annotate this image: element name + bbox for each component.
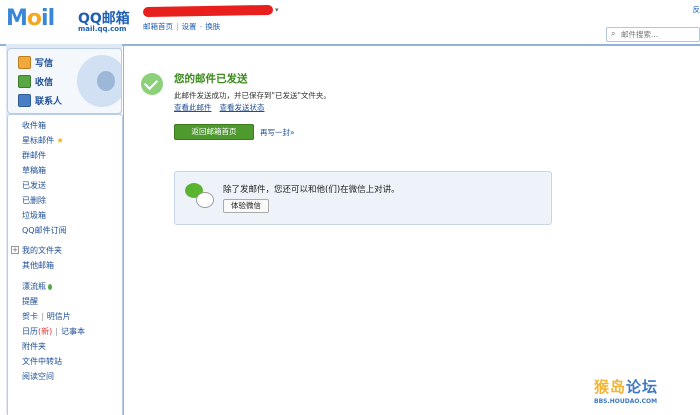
- search-box[interactable]: ⌕: [606, 27, 700, 42]
- compose-panel: 写信 收信 联系人: [7, 48, 122, 114]
- contacts-icon: [18, 94, 31, 107]
- search-input[interactable]: [621, 28, 697, 41]
- account-dropdown-icon[interactable]: ▾: [275, 6, 279, 14]
- app-calendar[interactable]: 日历(新): [22, 327, 52, 336]
- wechat-text: 除了发邮件，您还可以和他(们)在微信上对讲。: [223, 185, 400, 195]
- folder-list: 收件箱 星标邮件 ★ 群邮件 草稿箱 已发送 已删除 垃圾箱 QQ邮件订阅 + …: [7, 114, 123, 415]
- app-reminders[interactable]: 提醒: [22, 296, 38, 307]
- new-badge: (新): [38, 327, 53, 336]
- redacted-account: [142, 4, 274, 18]
- contacts-button[interactable]: 联系人: [18, 93, 62, 108]
- view-mail-link[interactable]: 查看此邮件: [174, 103, 212, 112]
- page-title: 您的邮件已发送: [174, 73, 248, 85]
- wechat-panel: 除了发邮件，您还可以和他(们)在微信上对讲。 体验微信: [174, 171, 552, 225]
- success-check-icon: [141, 73, 163, 95]
- other-mailboxes[interactable]: 其他邮箱: [22, 260, 54, 271]
- watermark-logo: 猴岛论坛 BBS.HOUDAO.COM: [594, 376, 658, 405]
- my-folders[interactable]: 我的文件夹: [22, 245, 62, 256]
- sidebar: 写信 收信 联系人 收件箱 星标邮件 ★ 群邮件 草稿箱 已发送 已删除 垃圾箱…: [6, 44, 123, 415]
- folder-spam[interactable]: 垃圾箱: [22, 210, 46, 221]
- logo-domain-text: mail.qq.com: [78, 25, 127, 33]
- receive-icon: [18, 75, 31, 88]
- app-cards: 贺卡 | 明信片: [22, 312, 71, 321]
- top-links: 邮箱首页 | 设置 - 换肤: [143, 22, 221, 31]
- try-wechat-button[interactable]: 体验微信: [223, 199, 269, 213]
- link-settings[interactable]: 设置: [182, 22, 197, 31]
- link-skin[interactable]: 换肤: [205, 22, 220, 31]
- wechat-icon: [185, 183, 215, 209]
- app-reading-space[interactable]: 阅读空间: [22, 371, 54, 382]
- drift-bottle-icon: [48, 283, 52, 290]
- folder-subscriptions[interactable]: QQ邮件订阅: [22, 225, 67, 236]
- folder-group[interactable]: 群邮件: [22, 150, 46, 161]
- write-button[interactable]: 写信: [18, 55, 53, 70]
- folder-deleted[interactable]: 已删除: [22, 195, 46, 206]
- watermark-url: BBS.HOUDAO.COM: [594, 398, 658, 405]
- star-icon: ★: [56, 136, 64, 145]
- app-notebook[interactable]: 记事本: [61, 327, 85, 336]
- expand-my-folders-icon[interactable]: +: [11, 246, 19, 254]
- view-status-link[interactable]: 查看发送状态: [220, 103, 265, 112]
- link-mail-home[interactable]: 邮箱首页: [143, 22, 173, 31]
- app-drift-bottle[interactable]: 漂流瓶: [22, 281, 52, 292]
- logo-mail-text: Moil: [6, 6, 55, 31]
- folder-sent[interactable]: 已发送: [22, 180, 46, 191]
- folder-drafts[interactable]: 草稿箱: [22, 165, 46, 176]
- app-postcard[interactable]: 明信片: [47, 312, 71, 321]
- app-file-transfer[interactable]: 文件中转站: [22, 356, 62, 367]
- app-attachments[interactable]: 附件夹: [22, 341, 46, 352]
- search-icon: ⌕: [611, 29, 616, 38]
- feedback-link[interactable]: 反: [693, 4, 700, 15]
- main-border: [123, 44, 124, 415]
- view-links: 查看此邮件 查看发送状态: [174, 102, 273, 113]
- app-greeting-card[interactable]: 贺卡: [22, 312, 38, 321]
- header: Moil QQ邮箱 mail.qq.com ▾ 邮箱首页 | 设置 - 换肤 反 ⌕: [0, 0, 700, 44]
- penguin-decoration-eye: [97, 71, 115, 91]
- app-calendar-row: 日历(新) | 记事本: [22, 327, 85, 336]
- back-to-home-button[interactable]: 返回邮箱首页: [174, 124, 254, 140]
- write-again-link[interactable]: 再写一封»: [260, 127, 295, 138]
- sent-description: 此邮件发送成功，并已保存到"已发送"文件夹。: [174, 91, 331, 100]
- receive-button[interactable]: 收信: [18, 74, 53, 89]
- watermark-title: 猴岛论坛: [594, 378, 659, 396]
- folder-starred[interactable]: 星标邮件 ★: [22, 135, 64, 146]
- write-icon: [18, 56, 31, 69]
- folder-inbox[interactable]: 收件箱: [22, 120, 46, 131]
